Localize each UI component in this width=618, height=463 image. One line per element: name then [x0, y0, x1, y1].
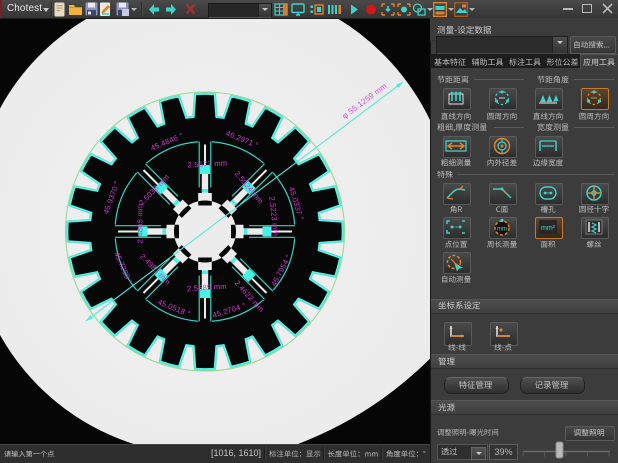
svg-text:mm²: mm²: [541, 225, 556, 232]
svg-text:2.4865 mm: 2.4865 mm: [136, 204, 145, 244]
svg-text:mm: mm: [497, 227, 507, 233]
